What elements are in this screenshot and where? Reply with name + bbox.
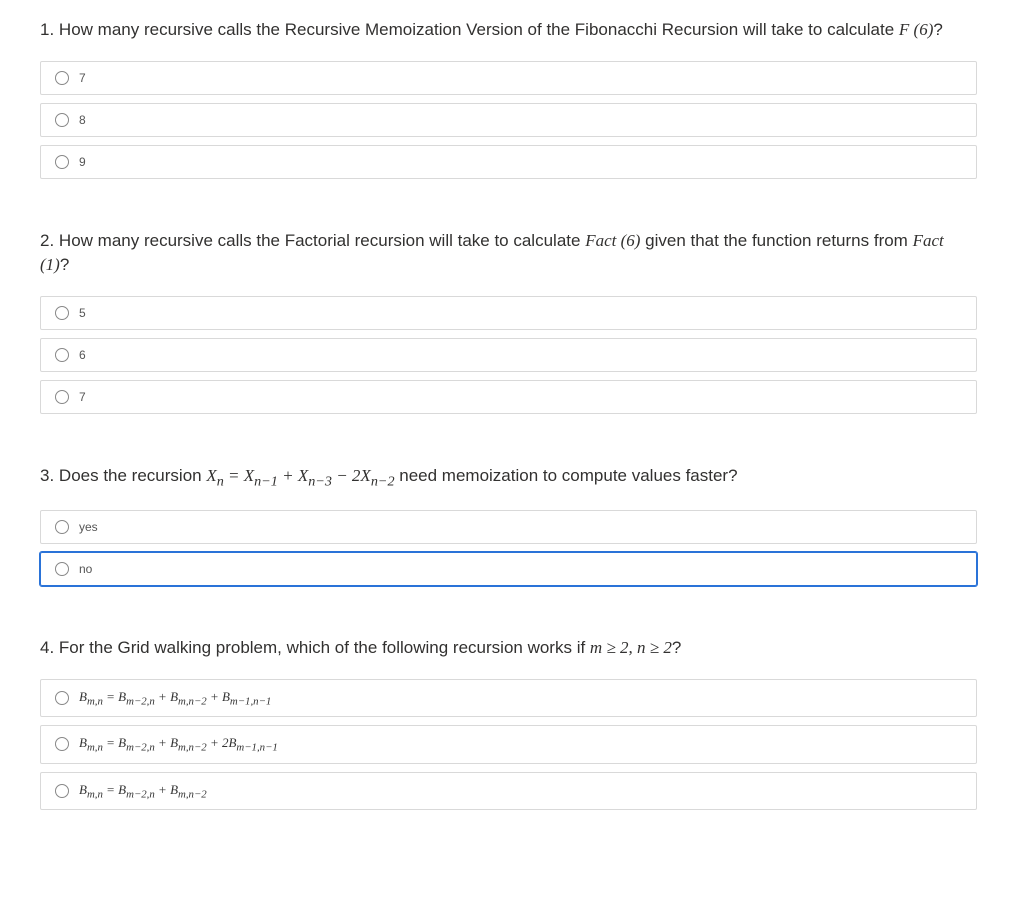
- option-q1-3[interactable]: 9: [40, 145, 977, 179]
- radio-icon: [55, 784, 69, 798]
- question-number: 3.: [40, 466, 54, 485]
- option-q2-3[interactable]: 7: [40, 380, 977, 414]
- option-q1-2[interactable]: 8: [40, 103, 977, 137]
- question-prefix: Does the recursion: [59, 466, 206, 485]
- question-3: 3. Does the recursion Xn = Xn−1 + Xn−3 −…: [40, 464, 977, 586]
- option-q2-1[interactable]: 5: [40, 296, 977, 330]
- question-suffix: ?: [933, 20, 942, 39]
- radio-icon: [55, 390, 69, 404]
- option-label: 7: [79, 71, 86, 85]
- question-2-text: 2. How many recursive calls the Factoria…: [40, 229, 977, 278]
- option-q1-1[interactable]: 7: [40, 61, 977, 95]
- option-label: 5: [79, 306, 86, 320]
- option-label: Bm,n = Bm−2,n + Bm,n−2 + Bm−1,n−1: [79, 689, 271, 708]
- question-prefix: How many recursive calls the Factorial r…: [59, 231, 585, 250]
- question-math: m ≥ 2, n ≥ 2: [590, 638, 672, 657]
- radio-icon: [55, 737, 69, 751]
- option-label: 8: [79, 113, 86, 127]
- question-math: Fact (6): [585, 231, 640, 250]
- radio-icon: [55, 113, 69, 127]
- option-label: 9: [79, 155, 86, 169]
- question-4-text: 4. For the Grid walking problem, which o…: [40, 636, 977, 661]
- radio-icon: [55, 155, 69, 169]
- radio-icon: [55, 562, 69, 576]
- option-label: no: [79, 562, 92, 576]
- question-suffix: ?: [672, 638, 681, 657]
- option-label: 6: [79, 348, 86, 362]
- question-1-text: 1. How many recursive calls the Recursiv…: [40, 18, 977, 43]
- question-number: 2.: [40, 231, 54, 250]
- option-q4-3[interactable]: Bm,n = Bm−2,n + Bm,n−2: [40, 772, 977, 811]
- option-label: Bm,n = Bm−2,n + Bm,n−2: [79, 782, 207, 801]
- question-3-text: 3. Does the recursion Xn = Xn−1 + Xn−3 −…: [40, 464, 977, 492]
- radio-icon: [55, 348, 69, 362]
- radio-icon: [55, 71, 69, 85]
- question-4: 4. For the Grid walking problem, which o…: [40, 636, 977, 810]
- option-q3-2[interactable]: no: [40, 552, 977, 586]
- option-q3-1[interactable]: yes: [40, 510, 977, 544]
- option-label: 7: [79, 390, 86, 404]
- question-prefix: For the Grid walking problem, which of t…: [59, 638, 590, 657]
- option-label: Bm,n = Bm−2,n + Bm,n−2 + 2Bm−1,n−1: [79, 735, 278, 754]
- question-1: 1. How many recursive calls the Recursiv…: [40, 18, 977, 179]
- question-math: Xn = Xn−1 + Xn−3 − 2Xn−2: [206, 466, 394, 485]
- question-prefix: How many recursive calls the Recursive M…: [59, 20, 899, 39]
- question-mid: given that the function returns from: [640, 231, 912, 250]
- radio-icon: [55, 306, 69, 320]
- option-q4-2[interactable]: Bm,n = Bm−2,n + Bm,n−2 + 2Bm−1,n−1: [40, 725, 977, 764]
- question-suffix: need memoization to compute values faste…: [395, 466, 738, 485]
- option-q2-2[interactable]: 6: [40, 338, 977, 372]
- radio-icon: [55, 691, 69, 705]
- radio-icon: [55, 520, 69, 534]
- option-q4-1[interactable]: Bm,n = Bm−2,n + Bm,n−2 + Bm−1,n−1: [40, 679, 977, 718]
- question-number: 4.: [40, 638, 54, 657]
- question-number: 1.: [40, 20, 54, 39]
- question-math: F (6): [899, 20, 933, 39]
- question-suffix: ?: [60, 255, 69, 274]
- option-label: yes: [79, 520, 98, 534]
- question-2: 2. How many recursive calls the Factoria…: [40, 229, 977, 414]
